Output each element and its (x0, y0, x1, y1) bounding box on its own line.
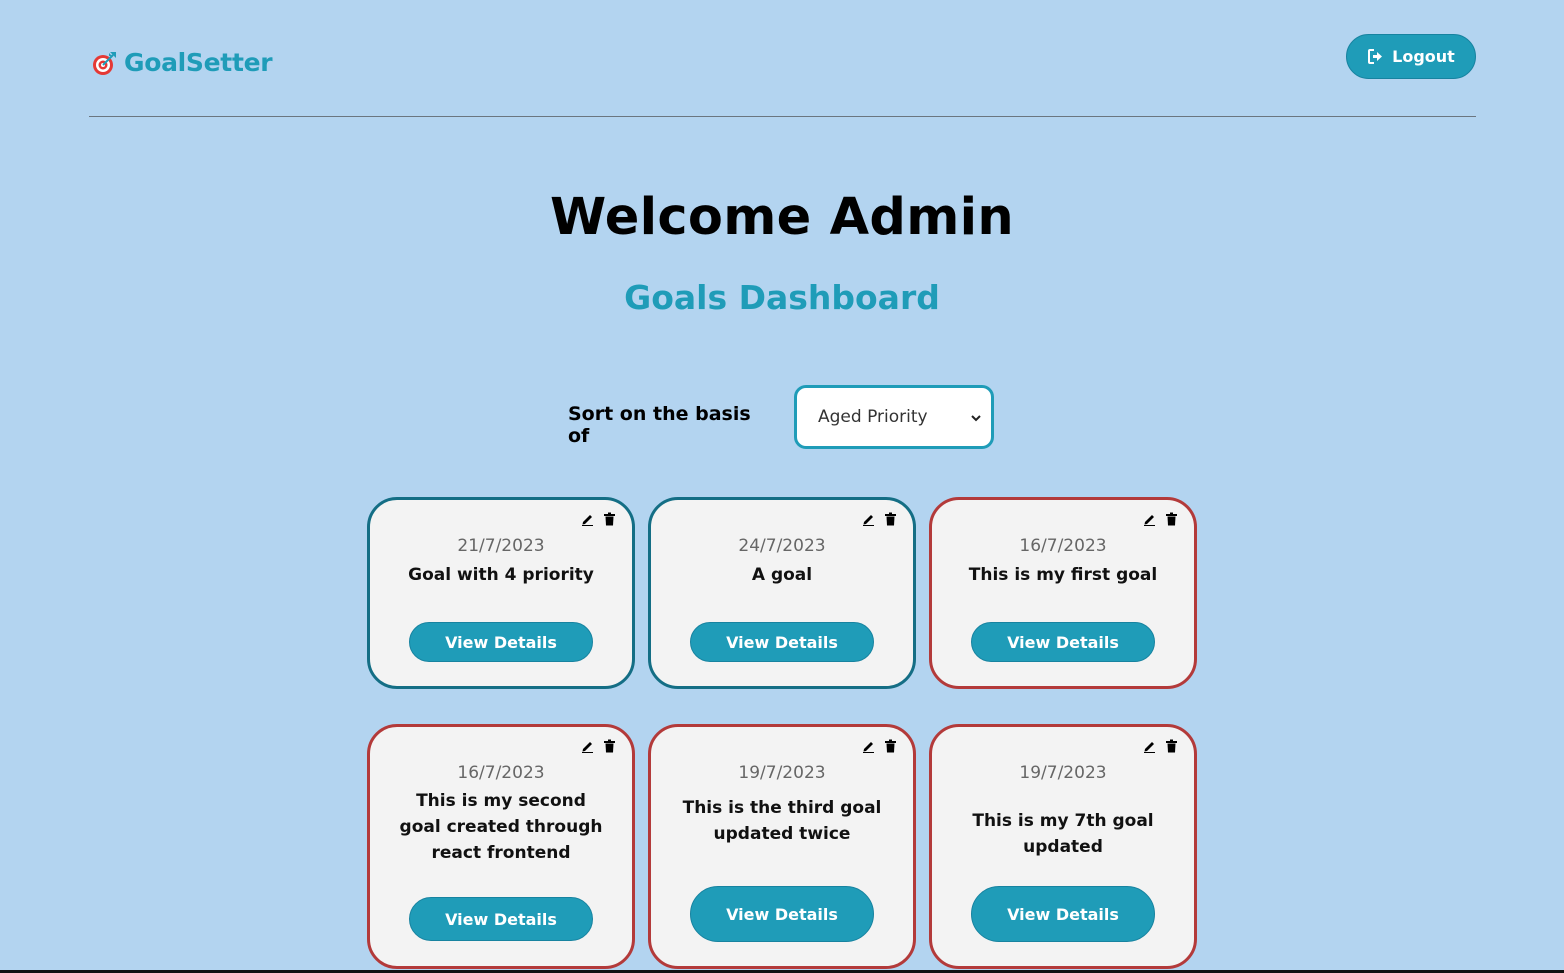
card-actions (862, 511, 897, 526)
welcome-heading: Welcome Admin (549, 188, 1015, 247)
card-actions (1143, 511, 1178, 526)
delete-icon[interactable] (1165, 738, 1178, 753)
sort-select[interactable]: Aged Priority (794, 385, 994, 449)
logout-label: Logout (1392, 47, 1455, 66)
goal-card: 16/7/2023 This is my first goal View Det… (929, 497, 1197, 689)
top-header: GoalSetter Logout (89, 0, 1476, 117)
dashboard-title: Goals Dashboard (624, 278, 940, 317)
brand-name: GoalSetter (124, 48, 273, 77)
goal-text: This is the third goal updated twice (682, 798, 882, 844)
delete-icon[interactable] (884, 738, 897, 753)
card-actions (581, 738, 616, 753)
logout-button[interactable]: Logout (1346, 34, 1476, 79)
view-details-button[interactable]: View Details (409, 897, 593, 941)
goal-card: 24/7/2023 A goal View Details (648, 497, 916, 689)
goal-text: This is my 7th goal updated (972, 811, 1154, 857)
view-details-button[interactable]: View Details (971, 886, 1155, 942)
brand-logo[interactable]: GoalSetter (92, 48, 273, 77)
goal-date: 16/7/2023 (457, 763, 545, 783)
view-details-button[interactable]: View Details (971, 622, 1155, 662)
delete-icon[interactable] (603, 511, 616, 526)
view-details-button[interactable]: View Details (690, 886, 874, 942)
view-details-button[interactable]: View Details (690, 622, 874, 662)
goal-date: 24/7/2023 (738, 536, 826, 556)
card-actions (862, 738, 897, 753)
goal-date: 19/7/2023 (1019, 763, 1107, 783)
card-actions (581, 511, 616, 526)
delete-icon[interactable] (603, 738, 616, 753)
sort-label: Sort on the basis of (568, 403, 751, 447)
target-icon (92, 50, 118, 76)
sort-selected-value: Aged Priority (818, 407, 928, 427)
delete-icon[interactable] (884, 511, 897, 526)
goal-card: 19/7/2023 This is my 7th goal updated Vi… (929, 724, 1197, 969)
goal-text: This is my first goal (968, 565, 1158, 585)
goal-text: A goal (751, 565, 813, 585)
page: GoalSetter Logout Welcome Admin Goals Da… (0, 0, 1564, 973)
edit-icon[interactable] (581, 738, 594, 753)
edit-icon[interactable] (862, 511, 875, 526)
goal-date: 16/7/2023 (1019, 536, 1107, 556)
delete-icon[interactable] (1165, 511, 1178, 526)
edit-icon[interactable] (862, 738, 875, 753)
goal-card: 19/7/2023 This is the third goal updated… (648, 724, 916, 969)
goal-card: 16/7/2023 This is my second goal created… (367, 724, 635, 969)
goal-date: 21/7/2023 (457, 536, 545, 556)
edit-icon[interactable] (1143, 738, 1156, 753)
goal-text: Goal with 4 priority (408, 565, 594, 585)
edit-icon[interactable] (581, 511, 594, 526)
sign-out-icon (1367, 48, 1384, 65)
goal-date: 19/7/2023 (738, 763, 826, 783)
goal-card: 21/7/2023 Goal with 4 priority View Deta… (367, 497, 635, 689)
view-details-button[interactable]: View Details (409, 622, 593, 662)
chevron-down-icon (969, 410, 983, 424)
goal-text: This is my second goal created through r… (399, 791, 603, 863)
edit-icon[interactable] (1143, 511, 1156, 526)
card-actions (1143, 738, 1178, 753)
